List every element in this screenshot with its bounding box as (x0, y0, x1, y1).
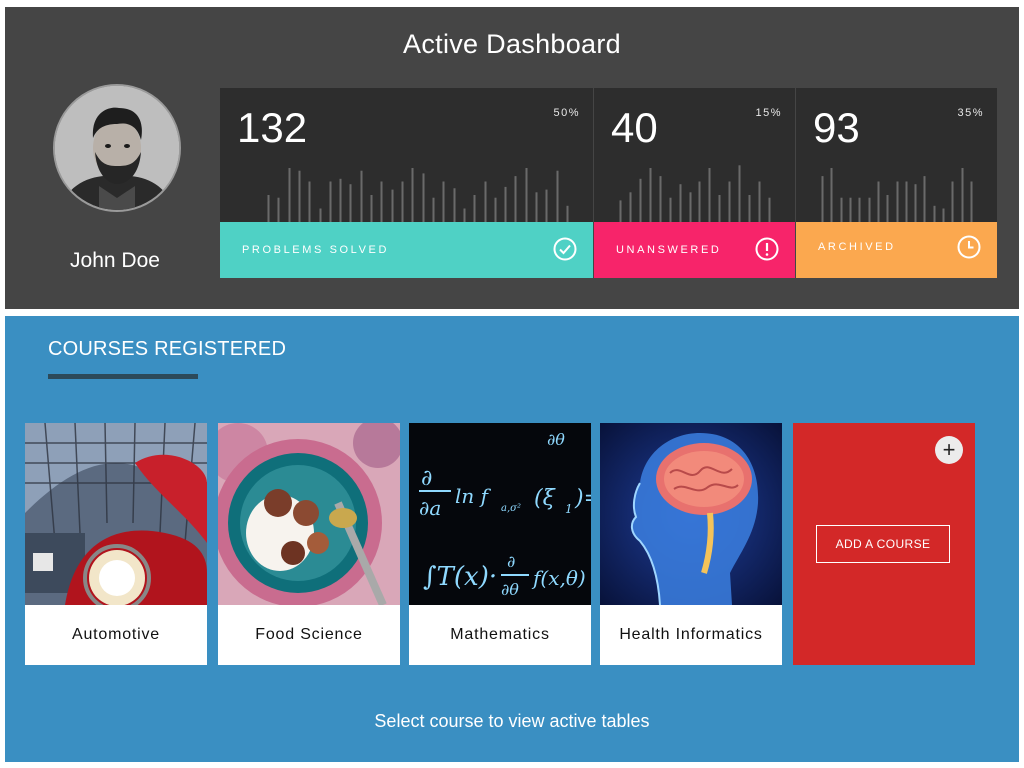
svg-text:∂θ: ∂θ (501, 580, 519, 599)
stat-label: ARCHIVED (818, 241, 896, 253)
vintage-car-photo (25, 423, 207, 605)
svg-text:∫T(x)·: ∫T(x)· (423, 562, 497, 592)
svg-text:(ξ: (ξ (534, 486, 557, 511)
stat-label: PROBLEMS SOLVED (242, 244, 389, 256)
course-name: Automotive (71, 626, 161, 643)
stat-footer: ARCHIVED (796, 222, 997, 278)
stat-card-archived[interactable]: 93 35% ARCHIVED (796, 88, 997, 278)
course-card-health-informatics[interactable]: Health Informatics (600, 423, 782, 665)
user-avatar-icon (55, 86, 179, 210)
dashboard-header: Active Dashboard John Doe 132 50% PROBLE… (5, 7, 1019, 309)
user-name: John Doe (70, 249, 160, 272)
course-name: Food Science (255, 626, 363, 643)
course-name: Mathematics (450, 626, 550, 643)
stat-footer: UNANSWERED (594, 222, 795, 278)
course-card-mathematics[interactable]: ∂θ ∂ ∂a ln f a,σ² (ξ 1 )= ∫T(x)· ∂ ∂θ f(… (409, 423, 591, 665)
plus-icon[interactable]: + (935, 436, 963, 464)
svg-text:∂a: ∂a (419, 496, 441, 520)
stat-graph: 40 15% (594, 88, 795, 222)
add-course-button[interactable]: ADD A COURSE (816, 525, 950, 563)
stat-value: 40 (611, 104, 658, 151)
course-name: Health Informatics (619, 626, 763, 643)
brain-scan-photo (600, 423, 782, 605)
course-card-automotive[interactable]: Automotive (25, 423, 207, 665)
stat-card-problems-solved[interactable]: 132 50% PROBLEMS SOLVED (220, 88, 593, 278)
svg-text:ln f: ln f (455, 484, 492, 508)
courses-panel: COURSES REGISTERED Automotive Food Scien… (5, 316, 1019, 762)
svg-text:∂θ: ∂θ (547, 430, 565, 449)
figs-bowl-photo (218, 423, 400, 605)
stat-value: 132 (237, 104, 308, 151)
stat-percent: 15% (755, 107, 782, 119)
title-underline (48, 374, 198, 379)
hint-text: Select course to view active tables (374, 711, 650, 731)
svg-text:)=: )= (574, 486, 591, 511)
stat-graph: 93 35% (796, 88, 997, 222)
svg-text:∂: ∂ (421, 466, 432, 491)
check-circle-icon (553, 237, 577, 261)
svg-text:∂: ∂ (507, 552, 515, 571)
stat-percent: 35% (957, 107, 984, 119)
svg-text:f(x,θ): f(x,θ) (531, 566, 586, 590)
svg-text:1: 1 (565, 502, 573, 516)
course-card-food-science[interactable]: Food Science (218, 423, 400, 665)
stat-card-unanswered[interactable]: 40 15% UNANSWERED (594, 88, 795, 278)
stat-value: 93 (813, 104, 860, 151)
equations-photo: ∂θ ∂ ∂a ln f a,σ² (ξ 1 )= ∫T(x)· ∂ ∂θ f(… (409, 423, 591, 605)
exclamation-circle-icon (755, 237, 779, 261)
stat-label: UNANSWERED (616, 244, 722, 256)
stat-footer: PROBLEMS SOLVED (220, 222, 593, 278)
svg-text:a,σ²: a,σ² (501, 503, 521, 514)
avatar[interactable] (53, 84, 181, 212)
page-title: Active Dashboard (403, 29, 621, 59)
stat-graph: 132 50% (220, 88, 593, 222)
clock-icon (957, 235, 981, 259)
section-title: COURSES REGISTERED (48, 338, 287, 360)
add-course-card[interactable]: + ADD A COURSE (793, 423, 975, 665)
stat-percent: 50% (553, 107, 580, 119)
